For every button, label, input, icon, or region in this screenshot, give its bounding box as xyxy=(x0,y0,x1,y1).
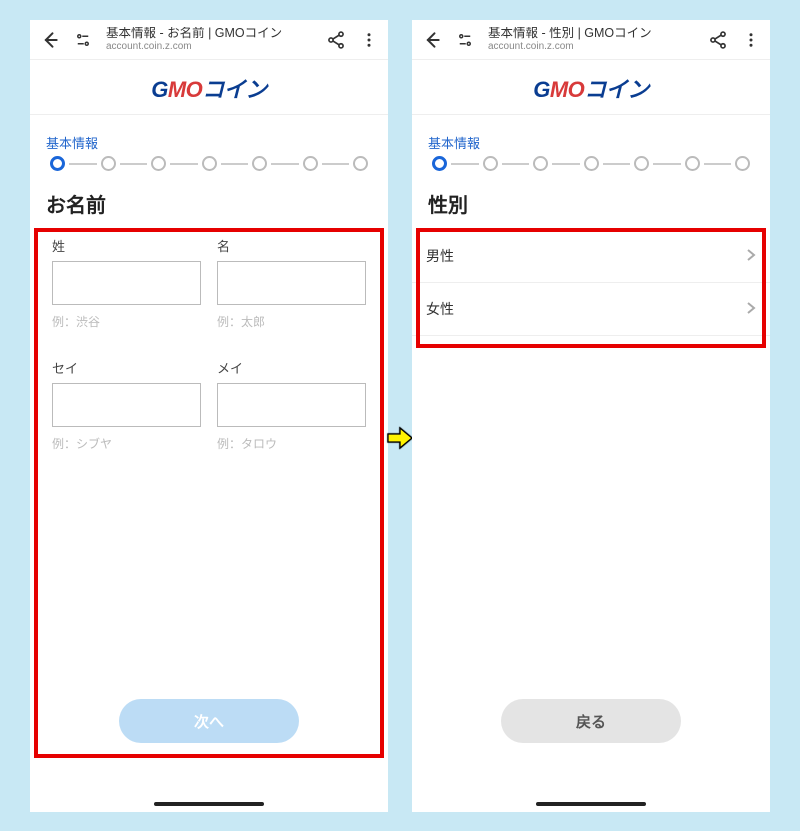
step-dot xyxy=(353,156,368,171)
step-dot xyxy=(252,156,267,171)
progress-stepper xyxy=(428,156,754,189)
phone-screen-name: 基本情報 - お名前 | GMOコイン account.coin.z.com G… xyxy=(30,20,388,812)
home-indicator[interactable] xyxy=(536,802,646,806)
step-dot xyxy=(483,156,498,171)
step-dot xyxy=(685,156,700,171)
logo: GMOコイン xyxy=(412,60,770,115)
phone-screen-gender: 基本情報 - 性別 | GMOコイン account.coin.z.com GM… xyxy=(412,20,770,812)
step-dot xyxy=(50,156,65,171)
step-dot xyxy=(202,156,217,171)
step-dot xyxy=(151,156,166,171)
arrow-icon xyxy=(386,424,414,452)
step-dot xyxy=(735,156,750,171)
site-settings-icon[interactable] xyxy=(74,31,92,49)
page-tab-title: 基本情報 - お名前 | GMOコイン xyxy=(106,27,312,41)
annotation-highlight xyxy=(34,228,384,758)
step-dot xyxy=(634,156,649,171)
page-title: 性別 xyxy=(428,189,754,218)
annotation-highlight xyxy=(416,228,766,348)
browser-bar: 基本情報 - 性別 | GMOコイン account.coin.z.com xyxy=(412,20,770,60)
back-icon[interactable] xyxy=(422,30,442,50)
share-icon[interactable] xyxy=(708,30,728,50)
page-title: お名前 xyxy=(46,189,372,218)
home-indicator[interactable] xyxy=(154,802,264,806)
section-label: 基本情報 xyxy=(428,133,754,152)
step-dot xyxy=(303,156,318,171)
section-label: 基本情報 xyxy=(46,133,372,152)
progress-stepper xyxy=(46,156,372,189)
step-dot xyxy=(533,156,548,171)
more-icon[interactable] xyxy=(742,31,760,49)
step-dot xyxy=(432,156,447,171)
browser-bar: 基本情報 - お名前 | GMOコイン account.coin.z.com xyxy=(30,20,388,60)
page-url: account.coin.z.com xyxy=(106,41,312,52)
more-icon[interactable] xyxy=(360,31,378,49)
site-settings-icon[interactable] xyxy=(456,31,474,49)
share-icon[interactable] xyxy=(326,30,346,50)
page-tab-title: 基本情報 - 性別 | GMOコイン xyxy=(488,27,694,41)
logo: GMOコイン xyxy=(30,60,388,115)
page-url: account.coin.z.com xyxy=(488,41,694,52)
back-icon[interactable] xyxy=(40,30,60,50)
back-button[interactable]: 戻る xyxy=(501,699,681,743)
step-dot xyxy=(584,156,599,171)
step-dot xyxy=(101,156,116,171)
